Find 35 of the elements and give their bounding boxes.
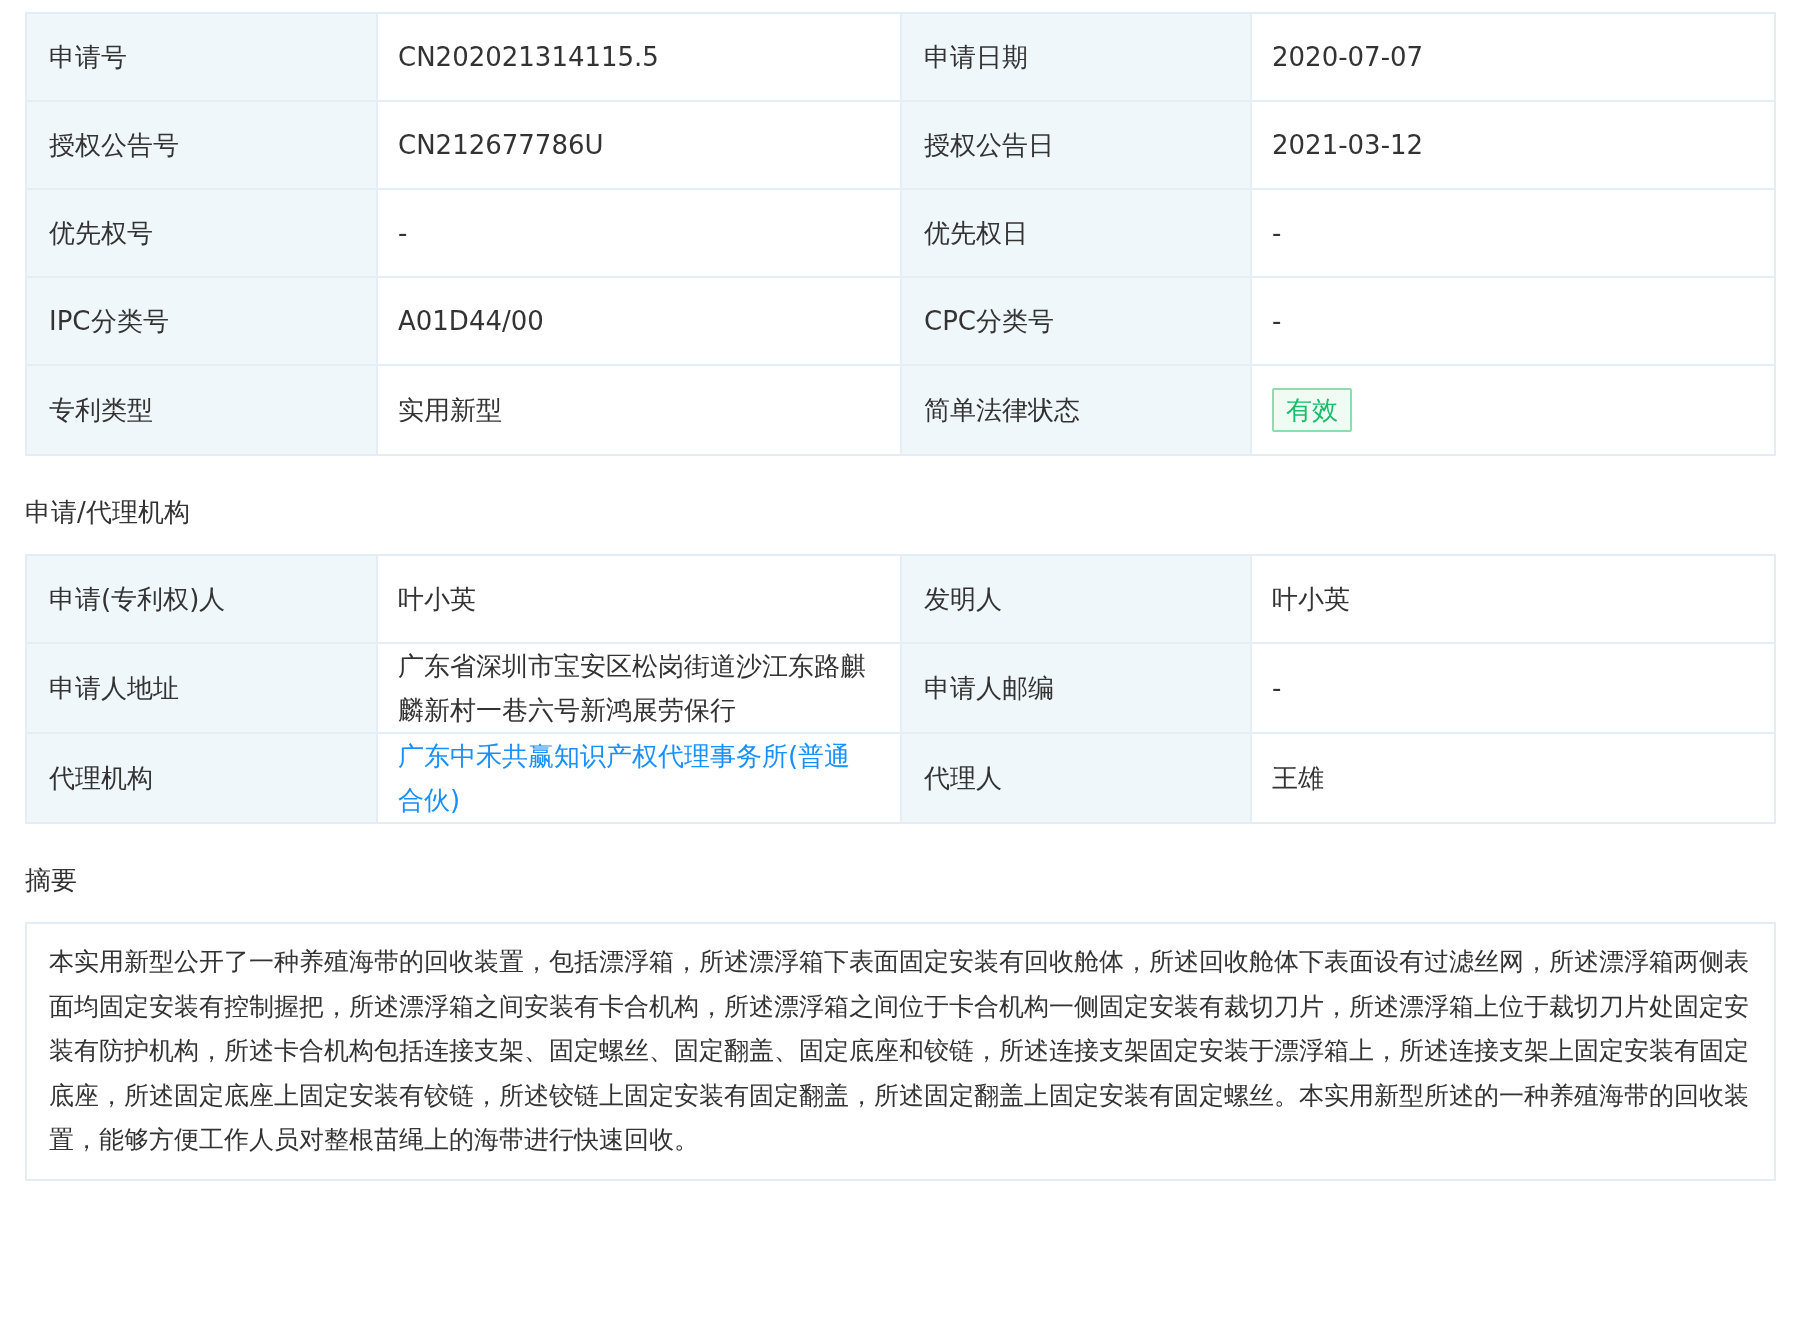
section-heading: 摘要 <box>25 864 78 897</box>
field-value: - <box>1272 217 1282 250</box>
field-value: 叶小英 <box>398 583 476 616</box>
abstract-text: 本实用新型公开了一种养殖海带的回收装置，包括漂浮箱，所述漂浮箱下表面固定安装有回收舱体，所述回收舱体下表面设有过滤丝网，所述漂浮箱两侧表面均固定安装有控制握把，所述漂浮箱之间安装有卡合机构，所述漂浮箱之间位于卡合机构一侧固定安装有裁切刀片，所述漂浮箱上位于裁切刀片处固定安装有防护机构，所述卡合机构包括连接支架、固定螺丝、固定翻盖、固定底座和铰链，所述连接支架固定安装于漂浮箱上，所述连接支架上固定安装有固定底座，所述固定底座上固定安装有铰链，所述铰链上固定安装有固定翻盖，所述固定翻盖上固定安装有固定螺丝。本实用新型所述的一种养殖海带的回收装置，能够方便工作人员对整根苗绳上的海带进行快速回收。 <box>49 946 1750 1156</box>
status-badge: 有效 <box>1272 388 1352 432</box>
field-value: - <box>1272 672 1282 705</box>
field-label: 申请日期 <box>902 14 1252 102</box>
field-value: 广东省深圳市宝安区松岗街道沙江东路麒麟新村一巷六号新鸿展劳保行 <box>398 650 867 727</box>
field-label: 发明人 <box>902 556 1252 644</box>
field-value: 2021-03-12 <box>1272 129 1424 162</box>
field-label: 简单法律状态 <box>902 366 1252 454</box>
field-label: 授权公告日 <box>902 102 1252 190</box>
field-label: 申请(专利权)人 <box>27 556 378 644</box>
field-label: 优先权号 <box>27 190 378 278</box>
field-label: IPC分类号 <box>27 278 378 366</box>
field-label: 申请号 <box>27 14 378 102</box>
field-label: 代理机构 <box>27 734 378 822</box>
field-value: A01D44/00 <box>398 305 544 338</box>
field-label: 优先权日 <box>902 190 1252 278</box>
field-label: 申请人地址 <box>27 644 378 734</box>
field-value: - <box>1272 305 1282 338</box>
field-value: - <box>398 217 408 250</box>
section-heading: 申请/代理机构 <box>25 496 191 529</box>
field-value: 实用新型 <box>398 394 502 427</box>
agency-link[interactable]: 广东中禾共赢知识产权代理事务所(普通合伙) <box>398 734 874 822</box>
field-value: CN202021314115.5 <box>398 41 659 74</box>
field-value: 王雄 <box>1272 762 1324 795</box>
field-label: 申请人邮编 <box>902 644 1252 734</box>
field-label: 代理人 <box>902 734 1252 822</box>
field-label: 专利类型 <box>27 366 378 454</box>
field-label: CPC分类号 <box>902 278 1252 366</box>
field-value: 2020-07-07 <box>1272 41 1424 74</box>
field-value: CN212677786U <box>398 129 604 162</box>
field-label: 授权公告号 <box>27 102 378 190</box>
field-value: 叶小英 <box>1272 583 1350 616</box>
